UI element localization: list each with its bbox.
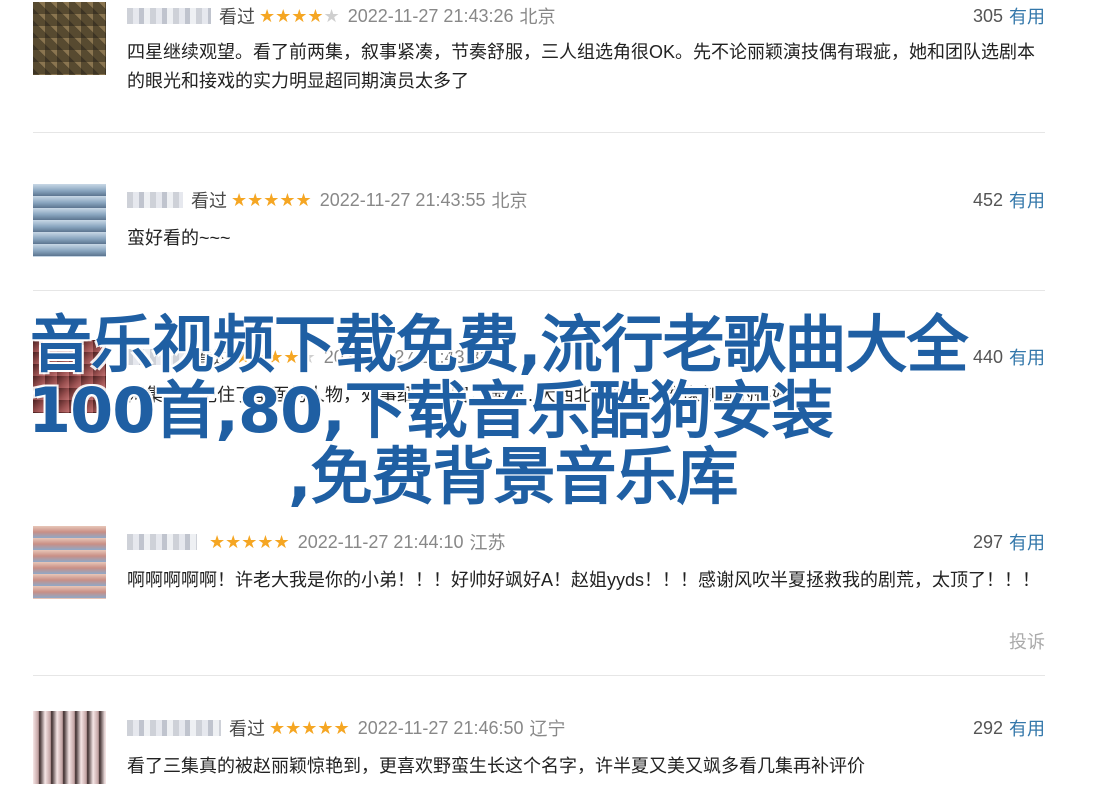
review-location: 江苏 bbox=[469, 533, 506, 553]
username[interactable] bbox=[127, 720, 221, 736]
rating-stars: ★★★★★ bbox=[259, 5, 340, 26]
divider bbox=[33, 290, 1045, 291]
watched-label: 看过 bbox=[219, 7, 255, 27]
vote-count: 305 bbox=[972, 5, 1003, 26]
watched-label: 看过 bbox=[191, 191, 227, 211]
useful-button[interactable]: 有用 bbox=[1009, 187, 1045, 213]
username[interactable] bbox=[127, 8, 211, 24]
divider bbox=[33, 132, 1045, 133]
review-location: 北京 bbox=[519, 7, 556, 27]
overlay-line-2: 100首,80,下载音乐酷狗安装 bbox=[28, 374, 834, 447]
vote-area: 305 有用 bbox=[973, 4, 1045, 28]
overlay-headline: 音乐视频下载免费,流行老歌曲大全 100首,80,下载音乐酷狗安装 ,免费背景音… bbox=[0, 312, 1101, 510]
vote-count: 452 bbox=[972, 189, 1003, 210]
useful-button[interactable]: 有用 bbox=[1009, 529, 1045, 555]
report-link[interactable]: 投诉 bbox=[1009, 628, 1045, 654]
rating-stars: ★★★★★ bbox=[209, 531, 290, 552]
vote-count: 297 bbox=[972, 531, 1003, 552]
rating-stars: ★★★★★ bbox=[231, 189, 312, 210]
review-time: 2022-11-27 21:43:55 bbox=[319, 189, 486, 210]
review-meta: 看过 ★★★★★ 2022-11-27 21:43:26 北京 bbox=[127, 4, 556, 28]
overlay-line-3: ,免费背景音乐库 bbox=[288, 440, 739, 513]
divider bbox=[33, 675, 1045, 676]
avatar[interactable] bbox=[33, 526, 106, 599]
review-text: 看了三集真的被赵丽颖惊艳到，更喜欢野蛮生长这个名字，许半夏又美又飒多看几集再补评… bbox=[127, 756, 865, 776]
username[interactable] bbox=[127, 534, 197, 550]
review-meta: 看过 ★★★★★ 2022-11-27 21:43:55 北京 bbox=[127, 188, 528, 212]
vote-count: 292 bbox=[972, 717, 1003, 738]
review-time: 2022-11-27 21:44:10 bbox=[297, 531, 464, 552]
vote-area: 452 有用 bbox=[973, 188, 1045, 212]
vote-area: 297 有用 bbox=[973, 530, 1045, 554]
useful-button[interactable]: 有用 bbox=[1009, 715, 1045, 741]
overlay-line-1: 音乐视频下载免费,流行老歌曲大全 bbox=[30, 308, 969, 381]
review-location: 北京 bbox=[491, 191, 528, 211]
avatar[interactable] bbox=[33, 711, 106, 784]
review-meta: 看过 ★★★★★ 2022-11-27 21:46:50 辽宁 bbox=[127, 716, 566, 740]
review-time: 2022-11-27 21:46:50 bbox=[357, 717, 524, 738]
review-text: 四星继续观望。看了前两集，叙事紧凑，节奏舒服，三人组选角很OK。先不论丽颖演技偶… bbox=[127, 42, 1036, 91]
useful-button[interactable]: 有用 bbox=[1009, 3, 1045, 29]
username[interactable] bbox=[127, 192, 183, 208]
watched-label: 看过 bbox=[229, 719, 265, 739]
rating-stars: ★★★★★ bbox=[269, 717, 350, 738]
review-time: 2022-11-27 21:43:26 bbox=[347, 5, 514, 26]
review-location: 辽宁 bbox=[529, 719, 566, 739]
avatar[interactable] bbox=[33, 2, 106, 75]
vote-area: 292 有用 bbox=[973, 716, 1045, 740]
review-text: 蛮好看的~~~ bbox=[127, 228, 231, 248]
review-meta: ★★★★★ 2022-11-27 21:44:10 江苏 bbox=[127, 530, 506, 554]
avatar[interactable] bbox=[33, 184, 106, 257]
review-text: 啊啊啊啊啊！许老大我是你的小弟！！！好帅好飒好A！赵姐yyds！！！感谢风吹半夏… bbox=[127, 570, 1041, 590]
